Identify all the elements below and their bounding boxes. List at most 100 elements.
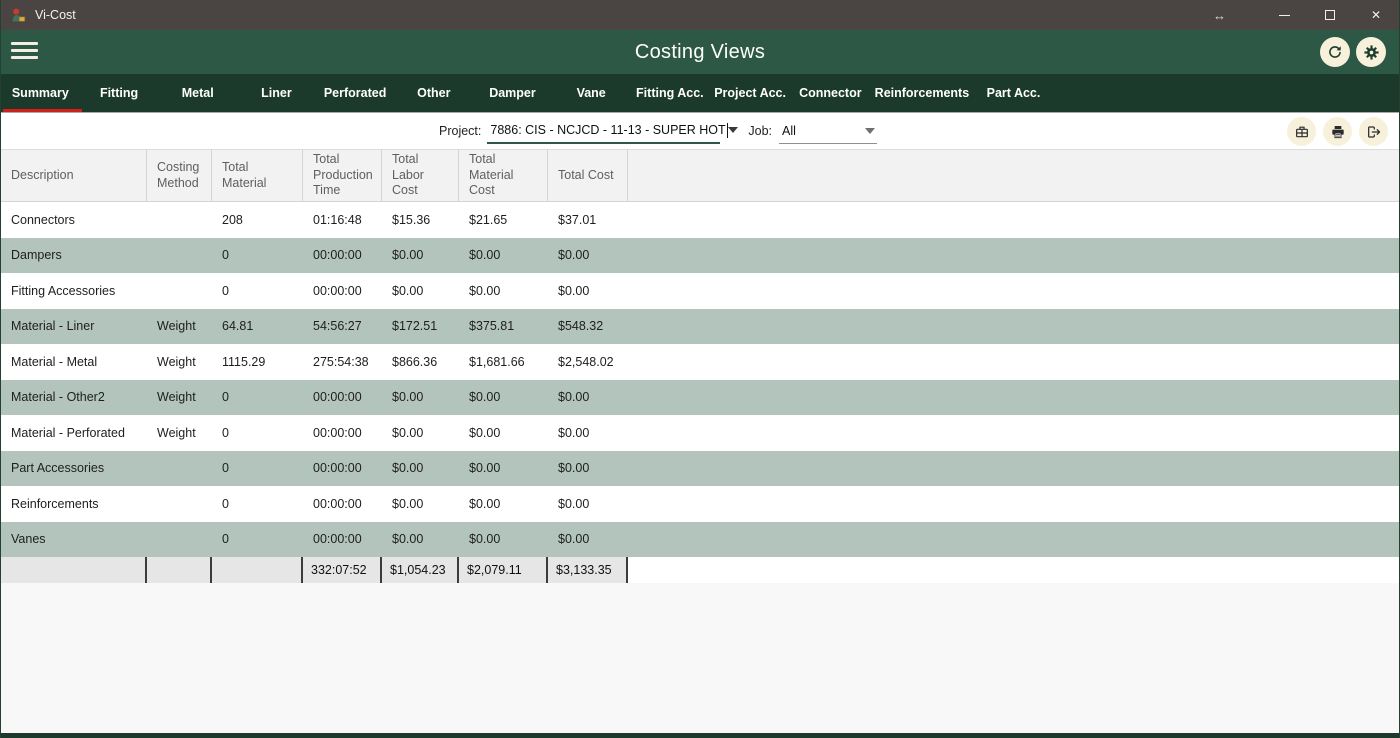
tab-part-acc[interactable]: Part Acc. (974, 74, 1053, 112)
tab-fitting-acc[interactable]: Fitting Acc. (631, 74, 710, 112)
cell-total-cost: $0.00 (548, 497, 628, 511)
tab-liner[interactable]: Liner (237, 74, 316, 112)
export-exit-icon (1366, 124, 1382, 140)
minimize-button[interactable] (1261, 0, 1307, 30)
total-description (1, 557, 147, 583)
cell-total-labor-cost: $0.00 (382, 390, 459, 404)
close-icon: ✕ (1371, 8, 1381, 22)
project-combobox[interactable]: 7886: CIS - NCJCD - 11-13 - SUPER HOT (487, 119, 720, 144)
job-dropdown-arrow-icon[interactable] (865, 128, 875, 134)
empty-area (1, 583, 1399, 733)
hamburger-menu-icon[interactable] (11, 42, 38, 59)
column-header-total-material[interactable]: Total Material (212, 150, 303, 201)
table-row-fitting-accessories[interactable]: Fitting Accessories000:00:00$0.00$0.00$0… (1, 273, 1399, 309)
cell-total-cost: $0.00 (548, 461, 628, 475)
header-actions (1320, 37, 1386, 67)
column-header-description[interactable]: Description (1, 150, 147, 201)
tab-vane[interactable]: Vane (552, 74, 631, 112)
app-header: Costing Views (1, 30, 1399, 74)
tab-fitting[interactable]: Fitting (80, 74, 159, 112)
window-controls: ✕ (1261, 0, 1399, 30)
export-button[interactable] (1359, 117, 1388, 146)
grid-actions (1287, 117, 1388, 146)
tab-metal[interactable]: Metal (158, 74, 237, 112)
refresh-button[interactable] (1320, 37, 1350, 67)
job-label: Job: (748, 124, 772, 138)
cell-total-labor-cost: $0.00 (382, 248, 459, 262)
refresh-icon (1327, 44, 1343, 60)
cell-description: Reinforcements (1, 497, 147, 511)
table-row-part-accessories[interactable]: Part Accessories000:00:00$0.00$0.00$0.00 (1, 451, 1399, 487)
page-title: Costing Views (1, 41, 1399, 64)
cell-total-cost: $548.32 (548, 319, 628, 333)
export-grid-button[interactable] (1287, 117, 1316, 146)
cell-total-cost: $2,548.02 (548, 355, 628, 369)
cell-total-labor-cost: $0.00 (382, 532, 459, 546)
cell-total-cost: $37.01 (548, 213, 628, 227)
table-row-connectors[interactable]: Connectors20801:16:48$15.36$21.65$37.01 (1, 202, 1399, 238)
cell-costing-method: Weight (147, 355, 212, 369)
filters: Project: 7886: CIS - NCJCD - 11-13 - SUP… (439, 113, 877, 149)
printer-icon (1330, 124, 1346, 140)
cell-total-production-time: 00:00:00 (303, 426, 382, 440)
cell-total-labor-cost: $15.36 (382, 213, 459, 227)
tab-other[interactable]: Other (394, 74, 473, 112)
costing-summary-grid: DescriptionCosting MethodTotal MaterialT… (1, 149, 1399, 583)
table-row-reinforcements[interactable]: Reinforcements000:00:00$0.00$0.00$0.00 (1, 486, 1399, 522)
cell-total-material-cost: $0.00 (459, 426, 548, 440)
table-row-material-liner[interactable]: Material - LinerWeight64.8154:56:27$172.… (1, 309, 1399, 345)
total-total-cost: $3,133.35 (548, 557, 628, 583)
job-combobox[interactable]: All (779, 119, 877, 144)
minimize-icon (1279, 15, 1290, 16)
tab-reinforcements[interactable]: Reinforcements (870, 74, 974, 112)
maximize-button[interactable] (1307, 0, 1353, 30)
table-row-dampers[interactable]: Dampers000:00:00$0.00$0.00$0.00 (1, 238, 1399, 274)
cell-total-material-cost: $0.00 (459, 284, 548, 298)
tab-damper[interactable]: Damper (473, 74, 552, 112)
grid-header-row: DescriptionCosting MethodTotal MaterialT… (1, 149, 1399, 202)
cell-total-material-cost: $21.65 (459, 213, 548, 227)
cell-description: Fitting Accessories (1, 284, 147, 298)
column-header-costing-method[interactable]: Costing Method (147, 150, 212, 201)
export-grid-icon (1294, 124, 1310, 140)
table-row-material-metal[interactable]: Material - MetalWeight1115.29275:54:38$8… (1, 344, 1399, 380)
column-header-total-labor-cost[interactable]: Total Labor Cost (382, 150, 459, 201)
project-label: Project: (439, 124, 481, 138)
cell-total-material: 0 (212, 497, 303, 511)
cell-costing-method: Weight (147, 390, 212, 404)
cell-description: Material - Liner (1, 319, 147, 333)
tab-perforated[interactable]: Perforated (316, 74, 395, 112)
resize-horizontal-icon[interactable]: ↔ (1213, 0, 1226, 30)
cell-total-production-time: 54:56:27 (303, 319, 382, 333)
tab-summary[interactable]: Summary (1, 74, 80, 112)
column-header-total-material-cost[interactable]: Total Material Cost (459, 150, 548, 201)
cell-total-labor-cost: $866.36 (382, 355, 459, 369)
tab-connector[interactable]: Connector (791, 74, 870, 112)
cell-total-material: 0 (212, 426, 303, 440)
cell-total-production-time: 00:00:00 (303, 248, 382, 262)
cell-total-production-time: 00:00:00 (303, 284, 382, 298)
column-header-total-production-time[interactable]: Total Production Time (303, 150, 382, 201)
project-dropdown-arrow-icon[interactable] (728, 127, 738, 133)
total-total-material-cost: $2,079.11 (459, 557, 548, 583)
total-total-production-time: 332:07:52 (303, 557, 382, 583)
table-row-vanes[interactable]: Vanes000:00:00$0.00$0.00$0.00 (1, 522, 1399, 558)
table-row-material-other2[interactable]: Material - Other2Weight000:00:00$0.00$0.… (1, 380, 1399, 416)
cell-total-production-time: 01:16:48 (303, 213, 382, 227)
gear-icon (1363, 44, 1380, 61)
close-button[interactable]: ✕ (1353, 0, 1399, 30)
tab-project-acc[interactable]: Project Acc. (709, 74, 791, 112)
table-row-material-perforated[interactable]: Material - PerforatedWeight000:00:00$0.0… (1, 415, 1399, 451)
grid-body: Connectors20801:16:48$15.36$21.65$37.01D… (1, 202, 1399, 557)
column-header-total-cost[interactable]: Total Cost (548, 150, 628, 201)
print-button[interactable] (1323, 117, 1352, 146)
maximize-icon (1325, 10, 1335, 20)
cell-total-production-time: 00:00:00 (303, 390, 382, 404)
cell-total-cost: $0.00 (548, 390, 628, 404)
cell-description: Dampers (1, 248, 147, 262)
cell-costing-method: Weight (147, 426, 212, 440)
cell-total-material: 0 (212, 390, 303, 404)
settings-button[interactable] (1356, 37, 1386, 67)
app-title: Vi-Cost (35, 8, 76, 22)
cell-total-production-time: 00:00:00 (303, 497, 382, 511)
